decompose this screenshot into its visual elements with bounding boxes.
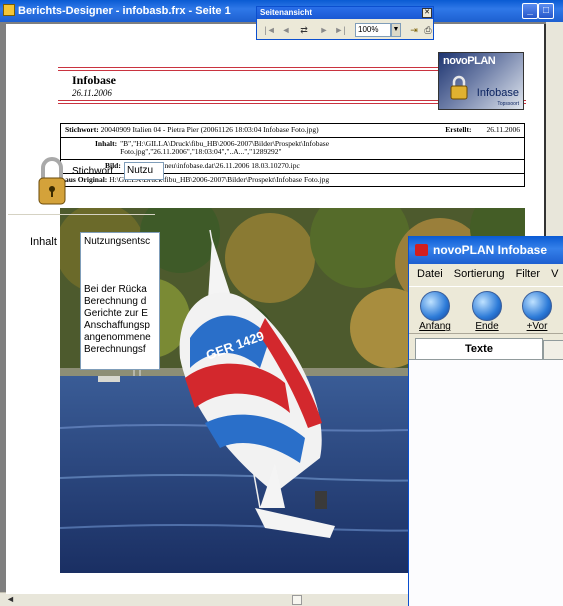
lock-icon bbox=[38, 157, 66, 205]
texte-panel bbox=[409, 359, 563, 606]
anfang-button[interactable]: Anfang bbox=[413, 291, 457, 333]
ende-button[interactable]: Ende bbox=[465, 291, 509, 333]
report-title: Infobase bbox=[72, 73, 117, 87]
scroll-left-icon[interactable]: ◄ bbox=[6, 594, 15, 604]
inhalt-line: angenommene bbox=[84, 332, 151, 343]
inhalt-line: Bei der Rücka bbox=[84, 284, 147, 295]
stichwort-field-label: Stichwort bbox=[72, 166, 114, 177]
divider bbox=[8, 214, 155, 215]
inhalt-line: Berechnungsf bbox=[84, 344, 146, 355]
logo-brand: novoPLAN bbox=[443, 55, 496, 67]
table-row: Stichwort: 20040909 Italien 04 - Pietra … bbox=[60, 123, 525, 138]
menu-item-sortierung[interactable]: Sortierung bbox=[454, 268, 505, 280]
scroll-thumb[interactable] bbox=[292, 595, 302, 605]
close-icon[interactable]: ✕ bbox=[422, 8, 432, 18]
zoom-select[interactable]: 100% bbox=[355, 23, 391, 37]
logo-product: Infobase bbox=[476, 87, 519, 99]
exit-preview-icon[interactable]: ⇥ bbox=[407, 23, 421, 37]
tab-next[interactable] bbox=[543, 340, 563, 360]
anchor-end-icon bbox=[472, 291, 502, 321]
next-page-icon[interactable]: ► bbox=[317, 23, 331, 37]
novoplan-title: novoPLAN Infobase bbox=[433, 243, 548, 257]
inhalt-line bbox=[84, 260, 156, 272]
inhalt-line: Nutzungsentsc bbox=[84, 236, 151, 247]
tab-strip: Texte bbox=[409, 336, 563, 360]
vor-button[interactable]: +Vor bbox=[515, 291, 559, 333]
anfang-label: Anfang bbox=[419, 321, 451, 332]
menu-item-v[interactable]: V bbox=[551, 268, 558, 280]
vor-label: +Vor bbox=[526, 321, 548, 332]
last-page-icon[interactable]: ►| bbox=[333, 23, 347, 37]
erstellt-label: Erstellt: bbox=[445, 125, 472, 134]
designer-title: Berichts-Designer - infobasb.frx - Seite… bbox=[18, 5, 231, 17]
prev-page-icon[interactable]: ◄ bbox=[279, 23, 293, 37]
novoplan-window: novoPLAN Infobase Datei Sortierung Filte… bbox=[408, 236, 563, 606]
first-page-icon[interactable]: |◄ bbox=[263, 23, 277, 37]
inhalt-line: Anschaffungsp bbox=[84, 320, 150, 331]
seitenansicht-toolbar: Seitenansicht ✕ |◄ ◄ ⇄ ► ►| 100% ▼ ⇥ ⎙ bbox=[256, 6, 434, 40]
novoplan-toolbar: Anfang Ende +Vor bbox=[409, 286, 563, 334]
chevron-down-icon[interactable]: ▼ bbox=[391, 23, 401, 37]
novoplan-title-bar: novoPLAN Infobase bbox=[409, 236, 563, 264]
header-line-top2 bbox=[58, 70, 438, 71]
erstellt-value: 26.11.2006 bbox=[486, 125, 520, 134]
tab-texte[interactable]: Texte bbox=[415, 338, 543, 360]
inhalt-line: Gerichte zur E bbox=[84, 308, 148, 319]
menu-item-filter[interactable]: Filter bbox=[516, 268, 540, 280]
inhalt-label: Inhalt: bbox=[95, 138, 118, 148]
forward-icon bbox=[522, 291, 552, 321]
table-row: Inhalt: "B","H:\GILLA\Druck\fibu_HB\2006-… bbox=[60, 136, 525, 160]
app-icon bbox=[415, 244, 428, 256]
menu-bar: Datei Sortierung Filter V bbox=[409, 264, 563, 284]
lock-icon bbox=[450, 75, 468, 100]
inhalt-line bbox=[84, 248, 156, 260]
inhalt-line bbox=[84, 272, 156, 284]
print-icon[interactable]: ⎙ bbox=[421, 23, 435, 37]
menu-item-datei[interactable]: Datei bbox=[417, 268, 443, 280]
stichwort-label: Stichwort: bbox=[65, 125, 99, 134]
minimize-icon[interactable]: _ bbox=[522, 3, 538, 19]
stichwort-value: 20040909 Italien 04 - Pietra Pier (20061… bbox=[100, 125, 319, 134]
inhalt-line: Berechnung d bbox=[84, 296, 147, 307]
header-line-top bbox=[58, 67, 438, 68]
maximize-icon[interactable]: □ bbox=[538, 3, 554, 19]
app-icon bbox=[3, 4, 15, 16]
anchor-icon bbox=[420, 291, 450, 321]
seitenansicht-title: Seitenansicht bbox=[257, 7, 433, 19]
report-date: 26.11.2006 bbox=[72, 88, 112, 98]
stichwort-input[interactable]: Nutzu bbox=[124, 162, 164, 180]
ende-label: Ende bbox=[475, 321, 499, 332]
inhalt-value: "B","H:\GILLA\Druck\fibu_HB\2006-2007\Bi… bbox=[120, 138, 330, 157]
novoplan-logo: novoPLAN Infobase Topssoort bbox=[438, 52, 524, 110]
logo-tag: Topssoort bbox=[497, 101, 519, 107]
inhalt-textarea[interactable]: Nutzungsentsc Bei der Rücka Berechnung d… bbox=[80, 232, 160, 370]
inhalt-field-label: Inhalt bbox=[30, 236, 57, 248]
goto-page-icon[interactable]: ⇄ bbox=[297, 23, 311, 37]
